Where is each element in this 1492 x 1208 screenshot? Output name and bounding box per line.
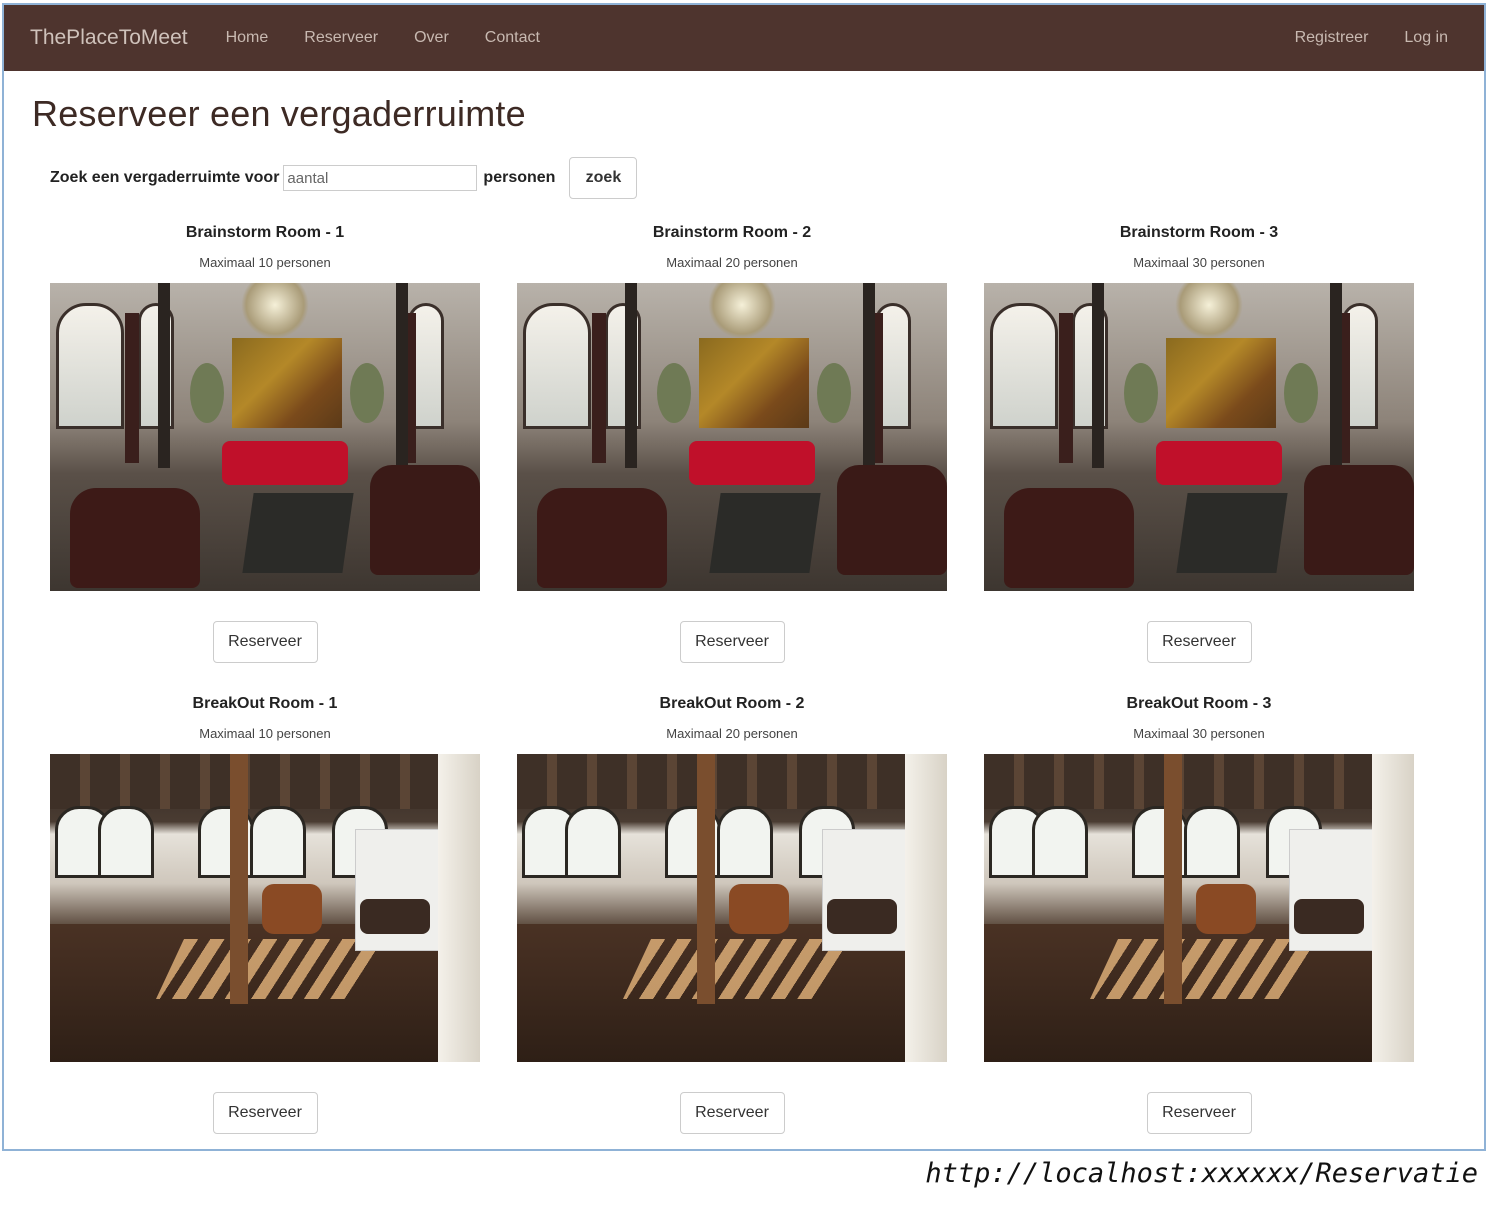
- breakout-photo: [50, 754, 480, 1062]
- reserveer-button[interactable]: Reserveer: [679, 1092, 785, 1134]
- search-label-suffix: personen: [483, 169, 556, 186]
- room-card: BreakOut Room - 3 Maximaal 30 personen Res…: [983, 688, 1415, 1134]
- lounge-photo: [517, 283, 947, 591]
- breakout-photo: [517, 754, 947, 1062]
- room-card: Brainstorm Room - 3 Maximaal 30 personen R…: [983, 217, 1415, 663]
- reserveer-button[interactable]: Reserveer: [1146, 621, 1252, 663]
- reserveer-button[interactable]: Reserveer: [679, 621, 785, 663]
- lounge-photo: [50, 283, 480, 591]
- room-capacity: Maximaal 20 personen: [666, 255, 798, 270]
- room-capacity: Maximaal 10 personen: [199, 255, 331, 270]
- room-capacity: Maximaal 30 personen: [1133, 255, 1265, 270]
- reserveer-button[interactable]: Reserveer: [1146, 1092, 1252, 1134]
- reserveer-button[interactable]: Reserveer: [212, 621, 318, 663]
- breakout-photo: [984, 754, 1414, 1062]
- search-label: Zoek een vergaderruimte voor: [50, 169, 280, 186]
- nav-login[interactable]: Log in: [1404, 29, 1448, 47]
- room-title: BreakOut Room - 2: [659, 695, 805, 712]
- nav-contact[interactable]: Contact: [467, 29, 558, 47]
- search-form: Zoek een vergaderruimte voor personen zo…: [50, 157, 638, 199]
- page-title: Reserveer een vergaderruimte: [32, 93, 526, 134]
- url-caption: http://localhost:xxxxxx/Reservatie: [925, 1158, 1478, 1189]
- room-capacity: Maximaal 30 personen: [1133, 726, 1265, 741]
- room-card: Brainstorm Room - 2 Maximaal 20 personen R…: [516, 217, 948, 663]
- nav-home[interactable]: Home: [208, 29, 287, 47]
- room-title: BreakOut Room - 1: [192, 695, 338, 712]
- nav-links: Home Reserveer Over Contact: [208, 29, 558, 47]
- lounge-photo: [984, 283, 1414, 591]
- room-capacity: Maximaal 10 personen: [199, 726, 331, 741]
- room-card: BreakOut Room - 1 Maximaal 10 personen Res…: [49, 688, 481, 1134]
- browser-page: ThePlaceToMeet Home Reserveer Over Conta…: [2, 3, 1486, 1151]
- nav-registreer[interactable]: Registreer: [1295, 29, 1369, 47]
- room-capacity: Maximaal 20 personen: [666, 726, 798, 741]
- brand-link[interactable]: ThePlaceToMeet: [30, 26, 188, 50]
- room-title: Brainstorm Room - 3: [1119, 224, 1279, 241]
- room-title: Brainstorm Room - 2: [652, 224, 812, 241]
- nav-reserveer[interactable]: Reserveer: [286, 29, 396, 47]
- nav-over[interactable]: Over: [396, 29, 467, 47]
- navbar: ThePlaceToMeet Home Reserveer Over Conta…: [4, 5, 1484, 71]
- nav-account-links: Registreer Log in: [1295, 29, 1448, 47]
- room-title: BreakOut Room - 3: [1126, 695, 1272, 712]
- room-title: Brainstorm Room - 1: [185, 224, 345, 241]
- room-card: Brainstorm Room - 1 Maximaal 10 personen R…: [49, 217, 481, 663]
- people-count-input[interactable]: [283, 165, 478, 191]
- reserveer-button[interactable]: Reserveer: [212, 1092, 318, 1134]
- search-button[interactable]: zoek: [569, 157, 638, 199]
- room-card: BreakOut Room - 2 Maximaal 20 personen Res…: [516, 688, 948, 1134]
